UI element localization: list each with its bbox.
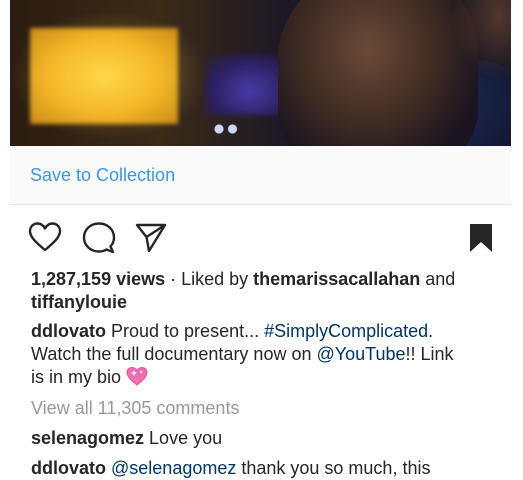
caption-text-5: is in my bio <box>31 367 127 387</box>
video-bg-lights <box>210 124 240 134</box>
caption-text-3: Watch the full documentary now on <box>31 344 317 364</box>
liked-by-user-1[interactable]: themarissacallahan <box>253 269 420 289</box>
liked-by-user-2[interactable]: tiffanylouie <box>31 292 127 312</box>
post-actions <box>0 215 523 259</box>
comment-text: thank you so much, this <box>236 458 431 478</box>
comment-username[interactable]: selenagomez <box>31 428 144 448</box>
view-all-comments-link[interactable]: View all 11,305 comments <box>31 397 501 420</box>
post-stats: 1,287,159 views · Liked by themarissacal… <box>31 268 501 314</box>
comment-bubble-icon[interactable] <box>82 221 116 255</box>
save-to-collection-button[interactable]: Save to Collection <box>30 165 175 186</box>
caption-hashtag[interactable]: #SimplyComplicated <box>264 321 428 341</box>
bookmark-filled-icon[interactable] <box>466 221 500 255</box>
caption-text-2: . <box>428 321 434 341</box>
caption-text-4: !! Link <box>405 344 454 364</box>
post-caption: ddlovato Proud to present... #SimplyComp… <box>31 320 501 392</box>
heart-icon[interactable] <box>28 221 62 255</box>
caption-username[interactable]: ddlovato <box>31 321 106 341</box>
video-bg-right-glow <box>451 0 511 80</box>
save-to-collection-bar: Save to Collection <box>10 146 511 205</box>
post-video[interactable] <box>10 0 511 146</box>
views-count: 1,287,159 views <box>31 269 166 289</box>
comment-mention[interactable]: @selenagomez <box>111 458 236 478</box>
comment-text: Love you <box>144 428 223 448</box>
paper-plane-icon[interactable] <box>134 221 168 255</box>
caption-text-1: Proud to present... <box>106 321 265 341</box>
sparkling-heart-emoji <box>126 366 148 392</box>
comment-row: selenagomez Love you <box>31 427 501 450</box>
video-person <box>278 0 478 146</box>
caption-mention[interactable]: @YouTube <box>316 344 405 364</box>
comment-username[interactable]: ddlovato <box>31 458 106 478</box>
liked-by-and: and <box>420 269 456 289</box>
liked-by-label: · Liked by <box>165 269 254 289</box>
video-bg-screen <box>30 28 178 124</box>
comment-row: ddlovato @selenagomez thank you so much,… <box>31 457 501 480</box>
